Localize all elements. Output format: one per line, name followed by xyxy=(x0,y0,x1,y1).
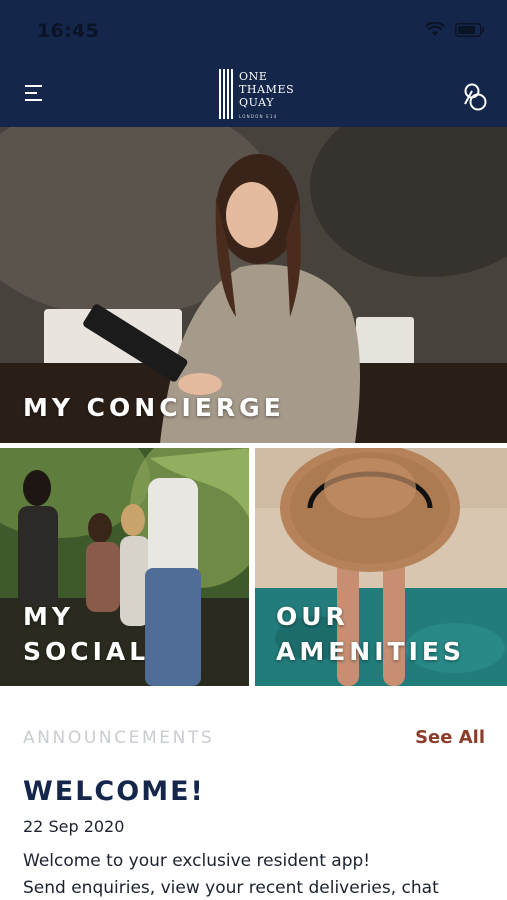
hamburger-menu-icon xyxy=(25,85,42,101)
amenities-label-line2: AMENITIES xyxy=(276,637,465,666)
announcements-section: ANNOUNCEMENTS See All WELCOME! 22 Sep 20… xyxy=(0,686,507,900)
battery-icon xyxy=(455,22,485,37)
account-button[interactable] xyxy=(461,82,489,112)
amenities-label-line1: OUR xyxy=(276,602,349,631)
announcement-body-line1: Welcome to your exclusive resident app! xyxy=(23,851,371,871)
logo-line-quay: QUAY xyxy=(239,96,275,109)
logo-wordmark: ONE THAMES QUAY xyxy=(239,70,294,109)
status-bar: 16:45 xyxy=(0,0,507,60)
status-time: 16:45 xyxy=(37,20,99,42)
announcement-title[interactable]: WELCOME! xyxy=(23,776,205,807)
announcement-body: Welcome to your exclusive resident app! … xyxy=(23,848,493,900)
our-amenities-tile[interactable]: OUR AMENITIES xyxy=(255,448,507,686)
announcement-body-line2: Send enquiries, view your recent deliver… xyxy=(23,878,439,898)
concierge-label: MY CONCIERGE xyxy=(23,393,285,422)
linked-circles-icon xyxy=(464,83,487,111)
my-concierge-tile[interactable]: MY CONCIERGE xyxy=(0,127,507,443)
logo-subtitle: LONDON E14 xyxy=(239,114,278,119)
logo-line-thames: THAMES xyxy=(239,83,295,96)
see-all-link[interactable]: See All xyxy=(415,727,485,748)
menu-button[interactable] xyxy=(22,80,48,106)
social-label-line2: SOCIAL xyxy=(23,637,150,666)
wifi-icon xyxy=(425,22,445,37)
social-label-line1: MY xyxy=(23,602,74,631)
logo-line-one: ONE xyxy=(239,70,268,83)
brand-logo: ONE THAMES QUAY LONDON E14 xyxy=(215,65,297,123)
announcement-date: 22 Sep 2020 xyxy=(23,817,125,836)
status-icons xyxy=(425,22,485,37)
logo-mark xyxy=(219,69,233,119)
announcements-heading: ANNOUNCEMENTS xyxy=(23,728,215,748)
app-header: 16:45 ONE THAMES QUAY LONDON E14 xyxy=(0,0,507,127)
my-social-tile[interactable]: MY SOCIAL xyxy=(0,448,249,686)
